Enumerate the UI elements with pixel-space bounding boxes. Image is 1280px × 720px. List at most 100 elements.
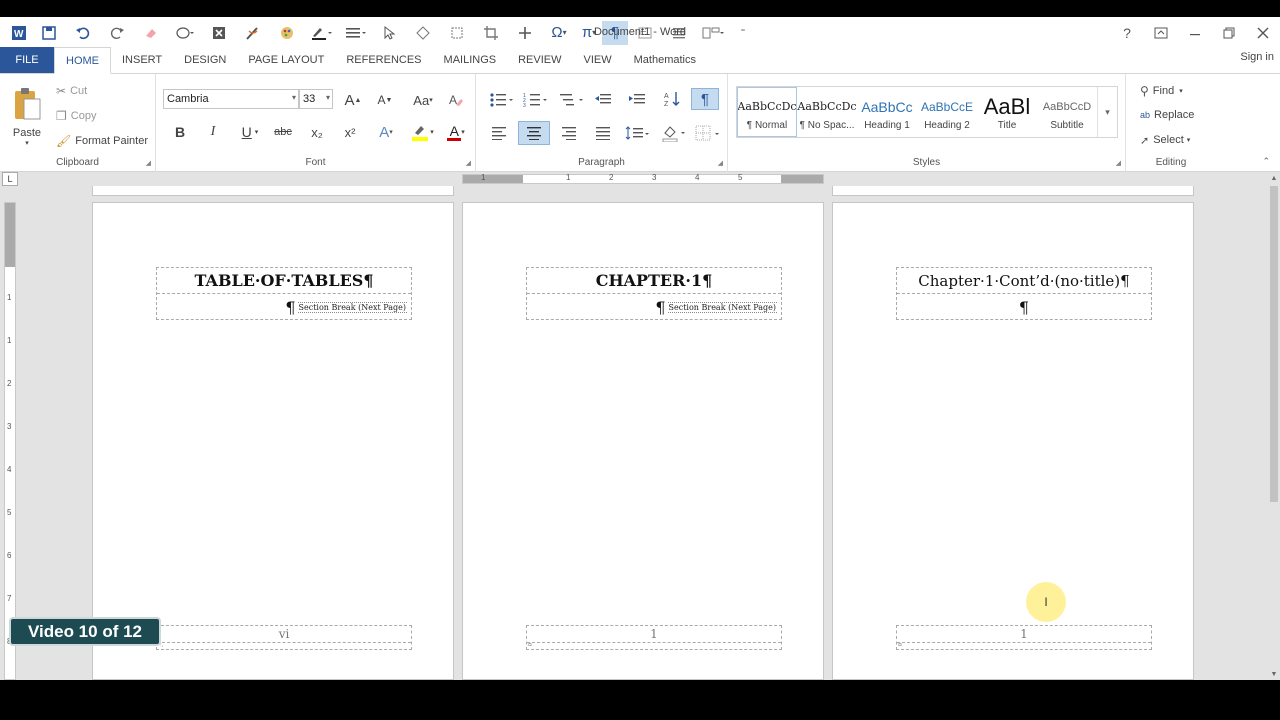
align-right-icon[interactable] <box>558 122 580 144</box>
page-footer[interactable]: 1 ¤ <box>896 625 1152 650</box>
style-normal[interactable]: AaBbCcDc ¶ Normal <box>737 87 797 137</box>
styles-launcher-icon[interactable]: ◢ <box>1116 159 1121 167</box>
scroll-down-icon[interactable]: ▼ <box>1268 668 1280 680</box>
section-break[interactable]: ¶ Section Break (Next Page) <box>655 298 777 317</box>
change-case-button[interactable]: Aa ▾ <box>408 90 438 110</box>
vertical-scrollbar[interactable]: ▲ ▼ <box>1268 172 1280 680</box>
tab-insert[interactable]: INSERT <box>111 47 173 73</box>
section-break[interactable]: ¶ Section Break (Next Page) <box>285 298 407 317</box>
multilevel-list-button[interactable] <box>558 89 586 109</box>
grow-font-button[interactable]: A ▲ <box>342 90 364 110</box>
close-icon[interactable] <box>1246 17 1280 48</box>
sort-icon[interactable]: AZ <box>662 89 684 109</box>
header-text[interactable]: CHAPTER·1¶ <box>527 268 781 294</box>
paste-button[interactable]: Paste ▾ <box>8 82 46 152</box>
text-effects-button[interactable]: A ▾ <box>374 122 398 142</box>
select-icon[interactable] <box>440 21 474 45</box>
tab-references[interactable]: REFERENCES <box>335 47 432 73</box>
show-formatting-button[interactable]: ¶ <box>691 88 719 110</box>
page-header[interactable]: TABLE·OF·TABLES¶ ¶ Section Break (Next P… <box>156 267 412 320</box>
style-title[interactable]: AaBl Title <box>977 87 1037 137</box>
shading-button[interactable] <box>660 122 688 144</box>
copy-button[interactable]: ❐ Copy <box>56 107 96 125</box>
superscript-button[interactable]: x² <box>339 122 361 142</box>
lines-icon[interactable] <box>338 21 372 45</box>
underline-button[interactable]: U ▾ <box>236 122 264 142</box>
styles-more-icon[interactable]: ▾ <box>1097 87 1117 137</box>
bullets-button[interactable] <box>488 89 516 109</box>
document-area[interactable]: L 1 1 2 3 4 5 1 1 2 3 4 5 6 7 8 TABLE·OF… <box>0 172 1280 680</box>
strikethrough-button[interactable]: abc <box>272 122 294 142</box>
format-painter-button[interactable]: 🖌 Format Painter <box>56 132 148 150</box>
horizontal-ruler[interactable]: L 1 1 2 3 4 5 <box>0 172 1268 186</box>
subscript-button[interactable]: x₂ <box>306 122 328 142</box>
borders-button[interactable] <box>694 122 722 144</box>
bold-button[interactable]: B <box>170 122 190 142</box>
save-icon[interactable] <box>32 21 66 45</box>
style-heading-2[interactable]: AaBbCcE Heading 2 <box>917 87 977 137</box>
tab-review[interactable]: REVIEW <box>507 47 572 73</box>
tab-selector[interactable]: L <box>2 172 18 186</box>
redo-icon[interactable] <box>100 21 134 45</box>
page-footer[interactable]: vi ␂ <box>156 625 412 650</box>
tab-file[interactable]: FILE <box>0 47 54 73</box>
move-icon[interactable] <box>508 21 542 45</box>
highlight-color-button[interactable]: ▾ <box>408 122 436 142</box>
shrink-font-button[interactable]: A ▼ <box>374 90 396 110</box>
pen-icon[interactable] <box>236 21 270 45</box>
ribbon-display-options-icon[interactable] <box>1144 17 1178 48</box>
shape-icon[interactable] <box>168 21 202 45</box>
select-button[interactable]: ➚ Select ▾ <box>1140 131 1190 149</box>
shapes-icon[interactable] <box>406 21 440 45</box>
collapse-ribbon-icon[interactable]: ⌃ <box>1262 156 1270 167</box>
numbering-button[interactable]: 123 <box>522 89 550 109</box>
vertical-ruler[interactable]: 1 1 2 3 4 5 6 7 8 <box>4 202 16 680</box>
page-header[interactable]: CHAPTER·1¶ ¶ Section Break (Next Page) <box>526 267 782 320</box>
minimize-icon[interactable] <box>1178 17 1212 48</box>
paragraph-launcher-icon[interactable]: ◢ <box>718 159 723 167</box>
clipboard-launcher-icon[interactable]: ◢ <box>146 159 151 167</box>
page-footer[interactable]: 1 ¤ <box>526 625 782 650</box>
word-logo-icon[interactable]: W <box>6 21 32 45</box>
help-icon[interactable]: ? <box>1110 17 1144 48</box>
style-heading-1[interactable]: AaBbCc Heading 1 <box>857 87 917 137</box>
font-color-button[interactable]: A ▾ <box>442 122 470 142</box>
omega-icon[interactable]: Ω ▾ <box>542 21 576 45</box>
sign-in-link[interactable]: Sign in <box>1240 51 1274 63</box>
tab-home[interactable]: HOME <box>54 47 111 74</box>
page[interactable]: TABLE·OF·TABLES¶ ¶ Section Break (Next P… <box>92 202 454 680</box>
tab-mailings[interactable]: MAILINGS <box>433 47 508 73</box>
style-subtitle[interactable]: AaBbCcD Subtitle <box>1037 87 1097 137</box>
line-spacing-button[interactable] <box>624 122 652 144</box>
italic-button[interactable]: I <box>203 122 223 142</box>
font-launcher-icon[interactable]: ◢ <box>466 159 471 167</box>
increase-indent-icon[interactable] <box>626 89 648 109</box>
justify-icon[interactable] <box>592 122 614 144</box>
page[interactable]: CHAPTER·1¶ ¶ Section Break (Next Page) 1… <box>462 202 824 680</box>
page[interactable]: Chapter·1·Cont’d·(no·title)¶ ¶ 1 ¤ <box>832 202 1194 680</box>
tab-page-layout[interactable]: PAGE LAYOUT <box>237 47 335 73</box>
decrease-indent-icon[interactable] <box>592 89 614 109</box>
restore-icon[interactable] <box>1212 17 1246 48</box>
font-name-combo[interactable]: Cambria ▾ <box>163 89 299 109</box>
cut-button[interactable]: ✂ Cut <box>56 82 87 100</box>
scrollbar-thumb[interactable] <box>1270 186 1278 502</box>
tab-view[interactable]: VIEW <box>573 47 623 73</box>
undo-icon[interactable] <box>66 21 100 45</box>
palette-icon[interactable] <box>270 21 304 45</box>
tab-mathematics[interactable]: Mathematics <box>623 47 707 73</box>
scroll-up-icon[interactable]: ▲ <box>1268 172 1280 184</box>
font-size-combo[interactable]: 33 ▾ <box>299 89 333 109</box>
layout-icon[interactable] <box>696 21 730 45</box>
header-text[interactable]: TABLE·OF·TABLES¶ <box>157 268 411 294</box>
underline-color-icon[interactable] <box>304 21 338 45</box>
more-icon[interactable]: ⁼ <box>730 21 756 45</box>
align-left-icon[interactable] <box>488 122 510 144</box>
replace-button[interactable]: ab Replace <box>1140 106 1194 124</box>
crop-icon[interactable] <box>474 21 508 45</box>
style-no-spacing[interactable]: AaBbCcDc ¶ No Spac... <box>797 87 857 137</box>
clear-formatting-icon[interactable]: A <box>446 90 466 110</box>
tab-design[interactable]: DESIGN <box>173 47 237 73</box>
align-center-icon[interactable] <box>518 121 550 145</box>
pointer-icon[interactable] <box>372 21 406 45</box>
